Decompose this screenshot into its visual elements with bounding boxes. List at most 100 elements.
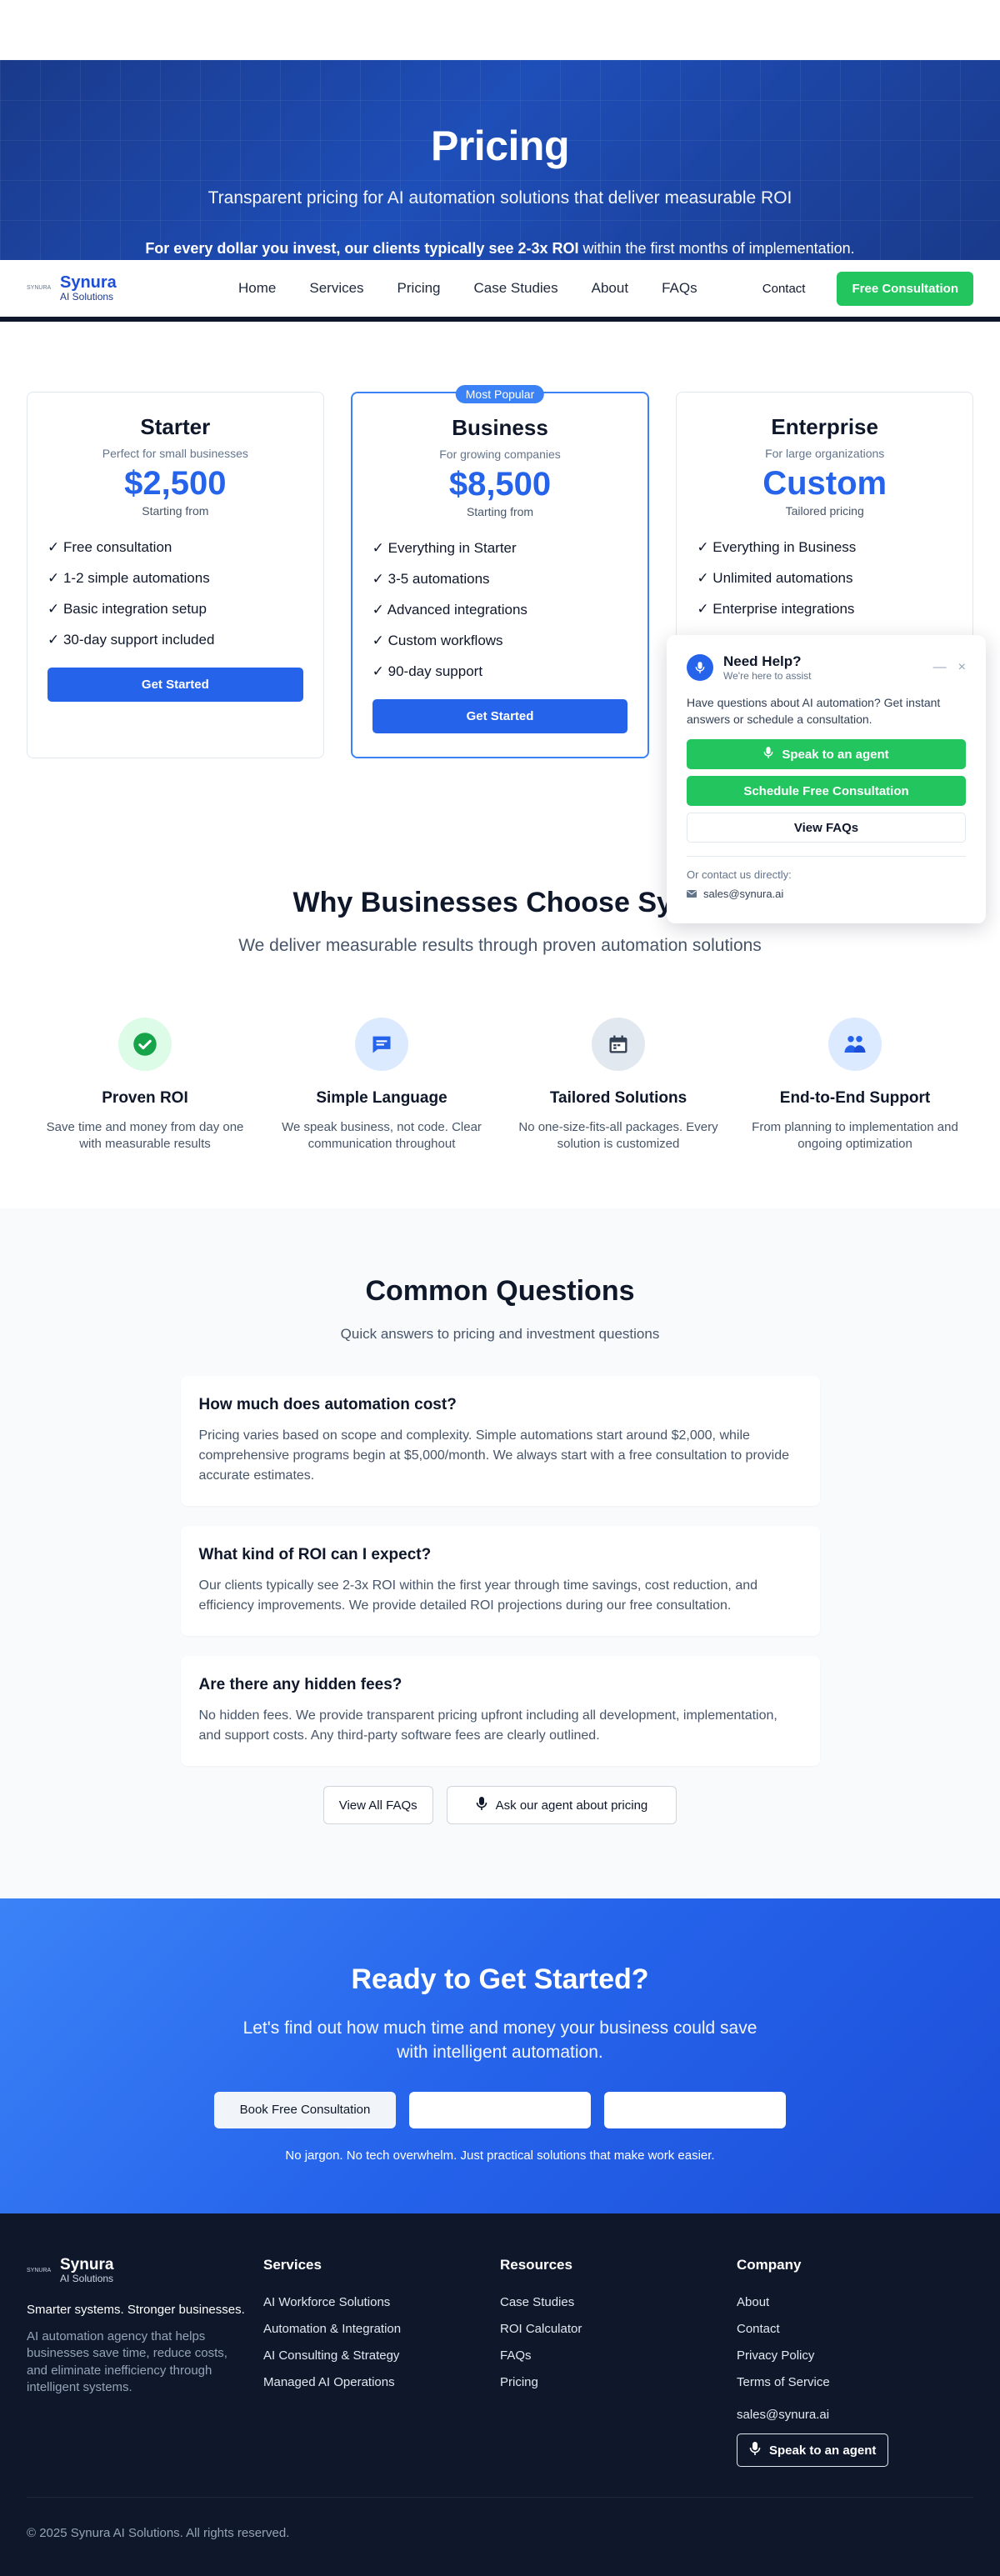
why-item-tailored-solutions: Tailored Solutions No one-size-fits-all … (500, 1018, 737, 1153)
faq-item: How much does automation cost? Pricing v… (180, 1376, 820, 1506)
plan-feature: ✓ Free consultation (48, 539, 172, 555)
plan-price-note: Tailored pricing (785, 504, 864, 518)
calendar-icon (592, 1018, 645, 1071)
footer-link[interactable]: Case Studies (500, 2295, 737, 2309)
chat-email-row[interactable]: sales@synura.ai (687, 888, 966, 900)
nav-link-pricing[interactable]: Pricing (398, 280, 441, 297)
nav-links: Home Services Pricing Case Studies About… (238, 280, 698, 297)
footer-brand-column: SYNURA Synura AI Solutions Smarter syste… (27, 2257, 263, 2467)
footer-speak-agent-button[interactable]: Speak to an agent (737, 2433, 889, 2467)
help-chat-widget: Need Help? We're here to assist — × Have… (667, 635, 986, 923)
brand-name: Synura (60, 273, 117, 292)
footer-email[interactable]: sales@synura.ai (737, 2408, 973, 2422)
footer-resources-column: Resources Case Studies ROI Calculator FA… (500, 2257, 737, 2467)
ask-agent-label: Ask our agent about pricing (495, 1798, 648, 1813)
chat-view-faqs-button[interactable]: View FAQs (687, 813, 966, 843)
footer-logo[interactable]: SYNURA Synura AI Solutions (27, 2257, 263, 2284)
footer-link[interactable]: FAQs (500, 2348, 737, 2363)
cta-button-3[interactable] (604, 2091, 786, 2128)
why-item-title: End-to-End Support (779, 1089, 931, 1107)
close-icon[interactable]: × (958, 660, 966, 675)
footer-company-column: Company About Contact Privacy Policy Ter… (737, 2257, 973, 2467)
footer-link[interactable]: About (737, 2295, 973, 2309)
starter-get-started-button[interactable]: Get Started (48, 668, 303, 702)
plan-tagline: For growing companies (439, 448, 561, 461)
hero-subtitle: Transparent pricing for AI automation so… (208, 188, 792, 208)
why-item-title: Proven ROI (102, 1089, 188, 1107)
chat-microphone-icon (687, 654, 713, 681)
why-item-text: Save time and money from day one with me… (46, 1120, 244, 1152)
microphone-icon (749, 2441, 761, 2459)
footer-link[interactable]: Contact (737, 2322, 973, 2336)
brand-logo[interactable]: SYNURA Synura AI Solutions (27, 274, 227, 303)
chat-contact-label: Or contact us directly: (687, 868, 792, 882)
book-consultation-button[interactable]: Book Free Consultation (214, 2091, 396, 2128)
faq-section: Common Questions Quick answers to pricin… (0, 1208, 1000, 1898)
mail-icon (687, 888, 697, 900)
footer-slogan: Smarter systems. Stronger businesses. (27, 2303, 245, 2317)
logo-mark-icon: SYNURA (27, 2267, 52, 2273)
nav-link-about[interactable]: About (592, 280, 628, 297)
faq-answer: Pricing varies based on scope and comple… (198, 1428, 790, 1483)
hero-roi-statement: For every dollar you invest, our clients… (0, 240, 1000, 258)
footer-brand-name: Synura (60, 2256, 114, 2273)
chat-subtitle: We're here to assist (723, 670, 812, 682)
plan-feature: ✓ Advanced integrations (372, 602, 528, 618)
faq-question: How much does automation cost? (198, 1396, 457, 1413)
why-choose-section: Why Businesses Choose Synu We deliver me… (0, 887, 1000, 1153)
plan-feature: ✓ Everything in Starter (372, 540, 517, 556)
nav-contact-link[interactable]: Contact (749, 273, 819, 304)
main-navbar: SYNURA Synura AI Solutions Home Services… (0, 260, 1000, 322)
footer-link[interactable]: ROI Calculator (500, 2322, 737, 2336)
why-grid: Proven ROI Save time and money from day … (0, 1018, 1000, 1153)
footer-columns: SYNURA Synura AI Solutions Smarter syste… (27, 2257, 973, 2467)
chat-divider (687, 856, 966, 858)
chat-message: Have questions about AI automation? Get … (687, 696, 941, 726)
footer-link[interactable]: Terms of Service (737, 2375, 973, 2389)
business-get-started-button[interactable]: Get Started (372, 699, 628, 733)
footer-speak-agent-label: Speak to an agent (769, 2443, 877, 2458)
hero-banner: Pricing Transparent pricing for AI autom… (0, 60, 1000, 265)
page-title: Pricing (431, 123, 569, 169)
chat-faqs-label: View FAQs (793, 820, 859, 835)
copyright: © 2025 Synura AI Solutions. All rights r… (27, 2526, 290, 2540)
footer-link[interactable]: Pricing (500, 2375, 737, 2389)
cta-button-2[interactable] (409, 2091, 591, 2128)
plan-feature: ✓ Everything in Business (697, 539, 857, 555)
roi-rest: within the first months of implementatio… (578, 240, 855, 257)
chat-schedule-consultation-button[interactable]: Schedule Free Consultation (687, 776, 966, 807)
faq-question: Are there any hidden fees? (198, 1676, 402, 1693)
footer-link[interactable]: Managed AI Operations (263, 2375, 500, 2389)
view-all-faqs-button[interactable]: View All FAQs (322, 1786, 433, 1824)
footer-link[interactable]: AI Consulting & Strategy (263, 2348, 500, 2363)
faq-item: Are there any hidden fees? No hidden fee… (180, 1656, 820, 1766)
free-consultation-button[interactable]: Free Consultation (837, 271, 973, 306)
footer-link[interactable]: Privacy Policy (737, 2348, 973, 2363)
faq-title: Common Questions (365, 1275, 635, 1307)
faq-answer: No hidden fees. We provide transparent p… (198, 1708, 778, 1743)
chat-icon (355, 1018, 408, 1071)
footer-link[interactable]: AI Workforce Solutions (263, 2295, 500, 2309)
why-item-simple-language: Simple Language We speak business, not c… (263, 1018, 500, 1153)
minimize-icon[interactable]: — (933, 660, 947, 675)
site-footer: SYNURA Synura AI Solutions Smarter syste… (0, 2213, 1000, 2576)
support-icon (828, 1018, 882, 1071)
nav-link-faqs[interactable]: FAQs (662, 280, 698, 297)
chat-speak-agent-button[interactable]: Speak to an agent (687, 739, 966, 770)
plan-feature: ✓ Custom workflows (372, 633, 503, 648)
nav-link-home[interactable]: Home (238, 280, 276, 297)
footer-services-column: Services AI Workforce Solutions Automati… (263, 2257, 500, 2467)
cta-section: Ready to Get Started? Let's find out how… (0, 1898, 1000, 2213)
microphone-icon (476, 1796, 488, 1814)
nav-link-services[interactable]: Services (309, 280, 363, 297)
most-popular-badge: Most Popular (455, 385, 545, 403)
plan-features: ✓ Everything in Business ✓ Unlimited aut… (697, 539, 952, 618)
footer-link[interactable]: Automation & Integration (263, 2322, 500, 2336)
plan-name: Starter (140, 414, 211, 439)
ask-agent-pricing-button[interactable]: Ask our agent about pricing (446, 1786, 678, 1824)
nav-link-case-studies[interactable]: Case Studies (474, 280, 558, 297)
check-circle-icon (118, 1018, 172, 1071)
footer-column-title: Services (263, 2257, 322, 2273)
chat-schedule-label: Schedule Free Consultation (743, 783, 909, 798)
why-subtitle: We deliver measurable results through pr… (238, 936, 762, 955)
